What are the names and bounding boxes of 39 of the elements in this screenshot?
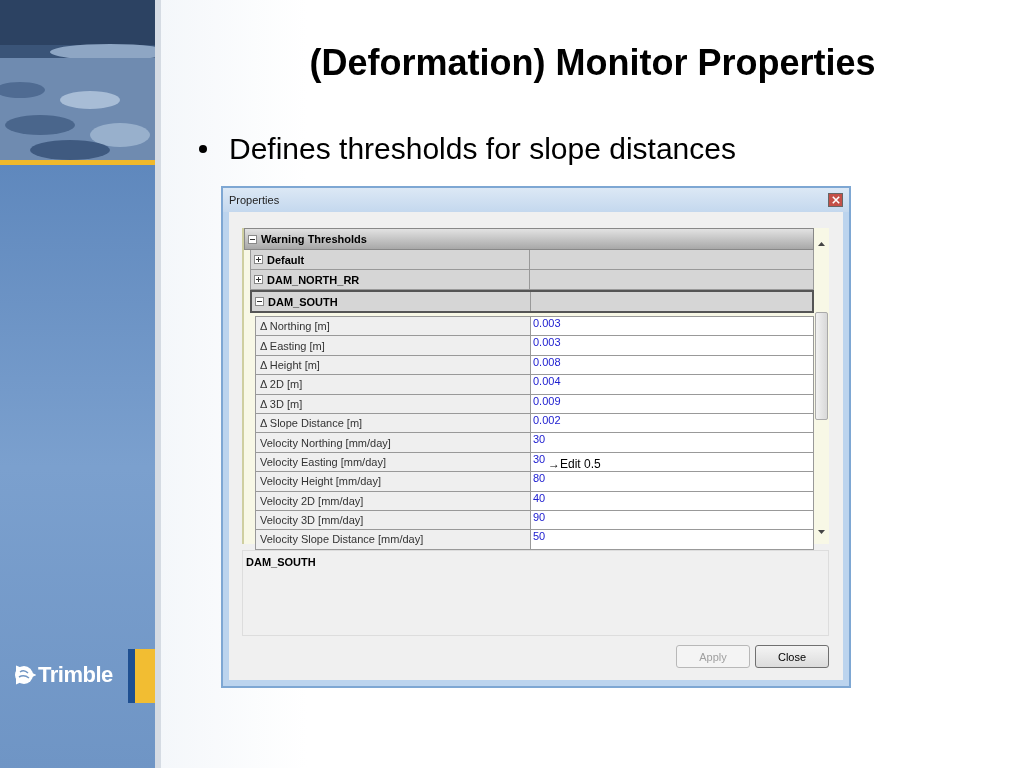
collapse-icon[interactable] — [255, 297, 264, 306]
expand-icon[interactable] — [254, 255, 263, 264]
expand-icon[interactable] — [254, 275, 263, 284]
logo-text: Trimble — [38, 662, 113, 688]
group-row[interactable]: Default — [250, 250, 814, 270]
window-title: Properties — [229, 194, 280, 206]
slide-title: (Deformation) Monitor Properties — [309, 42, 876, 84]
collapse-icon[interactable] — [248, 234, 257, 244]
emblem-icon — [12, 663, 36, 687]
annotation-text: →Edit 0.5 — [548, 457, 601, 471]
property-name: Δ Northing [m] — [256, 317, 531, 336]
property-name: Velocity Slope Distance [mm/day] — [256, 530, 531, 549]
scroll-down-icon[interactable] — [818, 530, 825, 534]
property-value[interactable]: 30 — [533, 452, 546, 465]
property-name: Δ 2D [m] — [256, 375, 531, 394]
bullet-text: Defines thresholds for slope distances — [229, 132, 736, 166]
property-name: Velocity Height [mm/day] — [256, 472, 531, 491]
property-value[interactable]: 0.004 — [533, 375, 561, 388]
property-value[interactable]: 80 — [533, 472, 546, 485]
group-row[interactable]: DAM_NORTH_RR — [250, 270, 814, 290]
property-value[interactable]: 30 — [533, 433, 546, 446]
property-name: Δ Easting [m] — [256, 336, 531, 355]
property-value[interactable]: 0.008 — [533, 355, 561, 368]
property-value[interactable]: 50 — [533, 530, 546, 543]
property-value[interactable]: 40 — [533, 491, 546, 504]
group-row[interactable]: DAM_SOUTH — [250, 290, 814, 313]
property-value[interactable]: 90 — [533, 510, 546, 523]
property-name: Velocity Northing [mm/day] — [256, 433, 531, 452]
property-value[interactable]: 0.003 — [533, 336, 561, 349]
category-row[interactable]: Warning Thresholds — [244, 228, 814, 250]
scroll-up-icon[interactable] — [818, 242, 825, 246]
property-value[interactable]: 0.002 — [533, 413, 561, 426]
bullet-dot — [199, 145, 207, 153]
close-icon[interactable] — [828, 193, 843, 207]
description-text: DAM_SOUTH — [246, 556, 316, 568]
accent-bar — [128, 649, 155, 703]
property-value[interactable]: 0.003 — [533, 317, 561, 329]
property-value[interactable]: 0.009 — [533, 394, 561, 407]
dialog-button[interactable]: Close — [755, 645, 829, 668]
